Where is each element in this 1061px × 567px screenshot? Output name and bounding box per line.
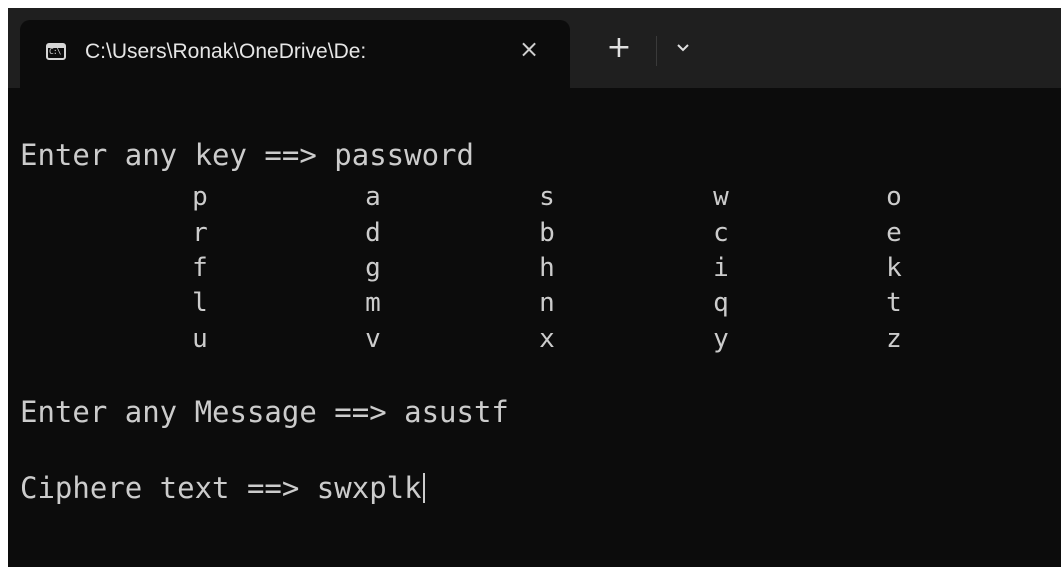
matrix-cell: g [365, 253, 381, 283]
matrix-cell: n [539, 288, 555, 318]
matrix-cell: d [365, 218, 381, 248]
chevron-down-icon[interactable] [668, 34, 698, 64]
matrix-cell: y [713, 324, 729, 354]
message-prompt-line: Enter any Message ==> asustf [20, 395, 509, 429]
matrix-cell: k [886, 253, 902, 283]
key-prompt-line: Enter any key ==> password [20, 138, 474, 172]
cipher-output-text: Ciphere text ==> swxplk [20, 471, 422, 505]
matrix-cell: u [192, 324, 208, 354]
matrix-cell: m [365, 288, 381, 318]
matrix-cell: r [192, 218, 208, 248]
text-cursor [422, 473, 425, 503]
matrix-cell: b [539, 218, 555, 248]
terminal-output[interactable]: Enter any key ==> password p a s w o r d… [8, 88, 1061, 567]
matrix-cell: a [365, 182, 381, 212]
matrix-cell: p [192, 182, 208, 212]
tab-title: C:\Users\Ronak\OneDrive\De: [85, 40, 367, 63]
matrix-cell: z [886, 324, 902, 354]
matrix-cell: q [713, 288, 729, 318]
matrix-cell: e [886, 218, 902, 248]
cipher-output-line: Ciphere text ==> swxplk [20, 471, 425, 505]
matrix-cell: o [886, 182, 902, 212]
matrix-cell: x [539, 324, 555, 354]
terminal-window: C:\ C:\Users\Ronak\OneDrive\De: × + Ente… [8, 8, 1061, 567]
matrix-cell: c [713, 218, 729, 248]
matrix-cell: t [886, 288, 902, 318]
title-bar: C:\ C:\Users\Ronak\OneDrive\De: × + [8, 8, 1061, 88]
matrix-cell: h [539, 253, 555, 283]
separator [656, 36, 657, 66]
matrix-cell: v [365, 324, 381, 354]
active-tab[interactable]: C:\ C:\Users\Ronak\OneDrive\De: × [20, 20, 570, 88]
command-prompt-icon: C:\ [46, 43, 66, 60]
matrix-cell: l [192, 288, 208, 318]
matrix-cell: s [539, 182, 555, 212]
close-tab-icon[interactable]: × [514, 34, 544, 64]
new-tab-button[interactable]: + [602, 31, 636, 65]
matrix-cell: f [192, 253, 208, 283]
matrix-cell: w [713, 182, 729, 212]
matrix-cell: i [713, 253, 729, 283]
